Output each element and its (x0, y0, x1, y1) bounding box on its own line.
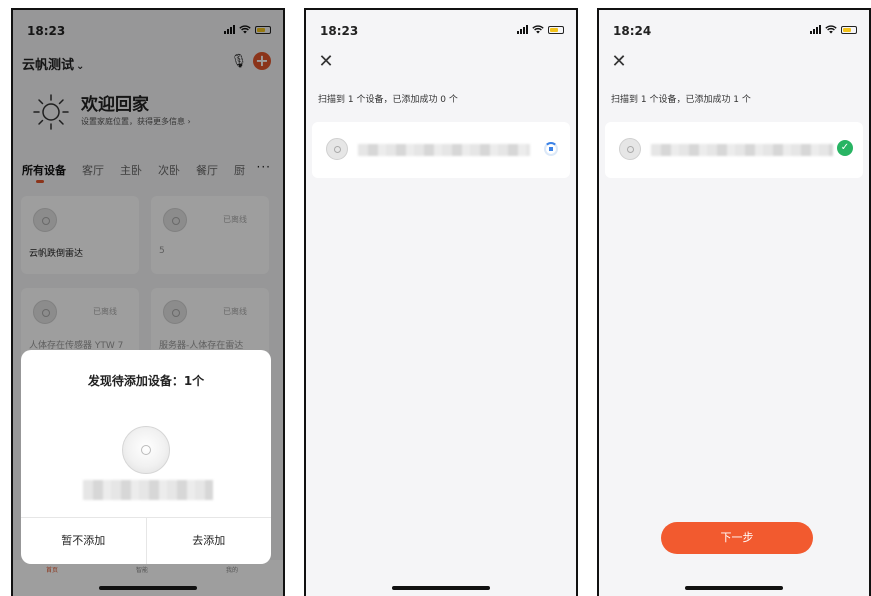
home-indicator (99, 586, 197, 590)
home-screen: 18:23 云帆测试 ⌄ 🎙 + 欢迎回家 设置家庭位置，获得更多信息 › 所有设… (11, 8, 285, 596)
scan-result-text: 扫描到 1 个设备，已添加成功 0 个 (318, 95, 458, 105)
next-step-button[interactable]: 下一步 (661, 522, 813, 554)
status-icons (810, 25, 857, 34)
status-icons (517, 25, 564, 34)
loading-spinner-icon (544, 142, 558, 156)
scan-result-text: 扫描到 1 个设备，已添加成功 1 个 (611, 95, 751, 105)
discovered-device-dialog: 发现待添加设备：1个 暂不添加 去添加 (21, 350, 271, 564)
blurred-device-name (651, 144, 833, 156)
dialog-title: 发现待添加设备：1个 (87, 374, 205, 388)
scanned-device-row[interactable] (312, 122, 570, 178)
battery-icon (548, 25, 564, 34)
scan-screen-adding: 18:23 ✕ 扫描到 1 个设备，已添加成功 0 个 (304, 8, 578, 596)
signal-icon (810, 25, 821, 34)
device-icon (619, 138, 641, 160)
status-bar: 18:24 (599, 10, 869, 46)
skip-add-button[interactable]: 暂不添加 (21, 518, 146, 564)
signal-icon (517, 25, 528, 34)
dialog-actions: 暂不添加 去添加 (21, 517, 271, 564)
radar-device-image (122, 426, 170, 474)
wifi-icon (825, 25, 837, 34)
success-check-icon: ✓ (837, 140, 853, 156)
blurred-device-name (83, 480, 213, 500)
go-add-button[interactable]: 去添加 (145, 518, 272, 564)
home-indicator (685, 586, 783, 590)
status-bar: 18:23 (306, 10, 576, 46)
wifi-icon (532, 25, 544, 34)
scanned-device-row[interactable]: ✓ (605, 122, 863, 178)
battery-icon (841, 25, 857, 34)
blurred-device-name (358, 144, 530, 156)
close-icon[interactable]: ✕ (609, 52, 629, 72)
status-time: 18:24 (613, 24, 652, 38)
status-time: 18:23 (320, 24, 359, 38)
scan-screen-success: 18:24 ✕ 扫描到 1 个设备，已添加成功 1 个 ✓ 下一步 (597, 8, 871, 596)
close-icon[interactable]: ✕ (316, 52, 336, 72)
device-icon (326, 138, 348, 160)
home-indicator (392, 586, 490, 590)
